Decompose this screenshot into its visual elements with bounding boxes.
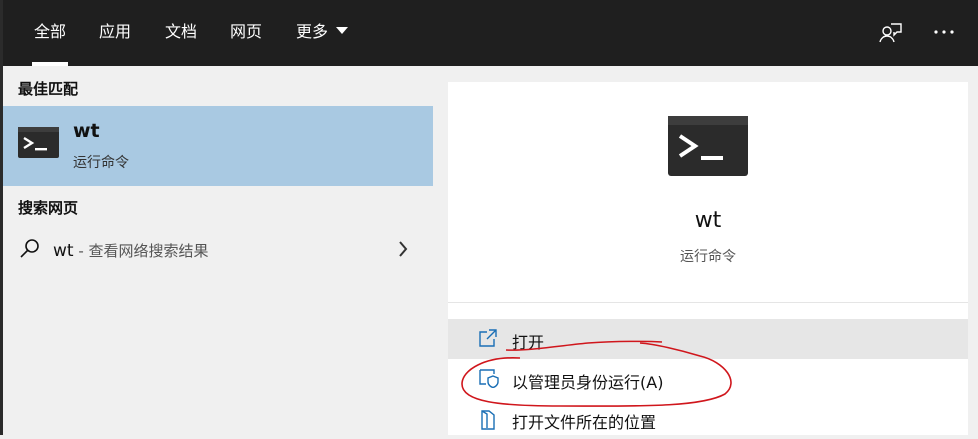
- run-as-admin-action[interactable]: 以管理员身份运行(A): [448, 359, 968, 399]
- panel-gutter: [433, 66, 448, 435]
- best-match-heading: 最佳匹配: [18, 80, 79, 98]
- shield-admin-icon: [478, 368, 499, 389]
- run-as-admin-label: 以管理员身份运行(A): [512, 373, 664, 392]
- web-search-query: wt: [53, 241, 74, 261]
- chevron-right-icon[interactable]: [397, 240, 409, 258]
- scrollbar-track[interactable]: [968, 66, 978, 435]
- app-type: 运行命令: [680, 249, 736, 265]
- open-file-location-label: 打开文件所在的位置: [512, 413, 657, 432]
- open-file-location-action[interactable]: 打开文件所在的位置: [448, 399, 968, 439]
- web-search-heading: 搜索网页: [18, 199, 79, 217]
- tab-more[interactable]: 更多: [296, 0, 349, 66]
- best-match-name: wt: [73, 120, 100, 142]
- feedback-person-icon[interactable]: [878, 20, 904, 46]
- results-panel: 最佳匹配 wt 运行命令 搜索网页 wt - 查看网络搜索结果: [3, 66, 433, 435]
- tab-apps[interactable]: 应用: [99, 0, 131, 66]
- tab-web[interactable]: 网页: [230, 0, 262, 66]
- more-dots-icon[interactable]: [932, 20, 956, 44]
- best-match-item[interactable]: wt 运行命令: [3, 106, 433, 186]
- open-external-icon: [478, 328, 498, 348]
- web-search-description: - 查看网络搜索结果: [73, 242, 209, 260]
- open-action[interactable]: 打开: [448, 319, 968, 359]
- divider: [448, 302, 968, 303]
- open-label: 打开: [512, 333, 545, 352]
- best-match-type: 运行命令: [73, 155, 129, 171]
- web-search-item[interactable]: wt - 查看网络搜索结果: [3, 232, 433, 268]
- preview-panel: wt 运行命令 打开 以管理员身份运行(A) 打开文件所在的位置: [448, 82, 968, 435]
- tab-documents[interactable]: 文档: [165, 0, 197, 66]
- chevron-down-icon: [336, 27, 349, 34]
- search-icon: [19, 238, 41, 260]
- terminal-icon: [18, 127, 59, 158]
- tab-all[interactable]: 全部: [31, 0, 69, 66]
- terminal-icon: [668, 116, 748, 176]
- search-top-bar: 全部 应用 文档 网页 更多: [0, 0, 978, 66]
- app-title: wt: [694, 208, 722, 233]
- folder-location-icon: [478, 408, 498, 430]
